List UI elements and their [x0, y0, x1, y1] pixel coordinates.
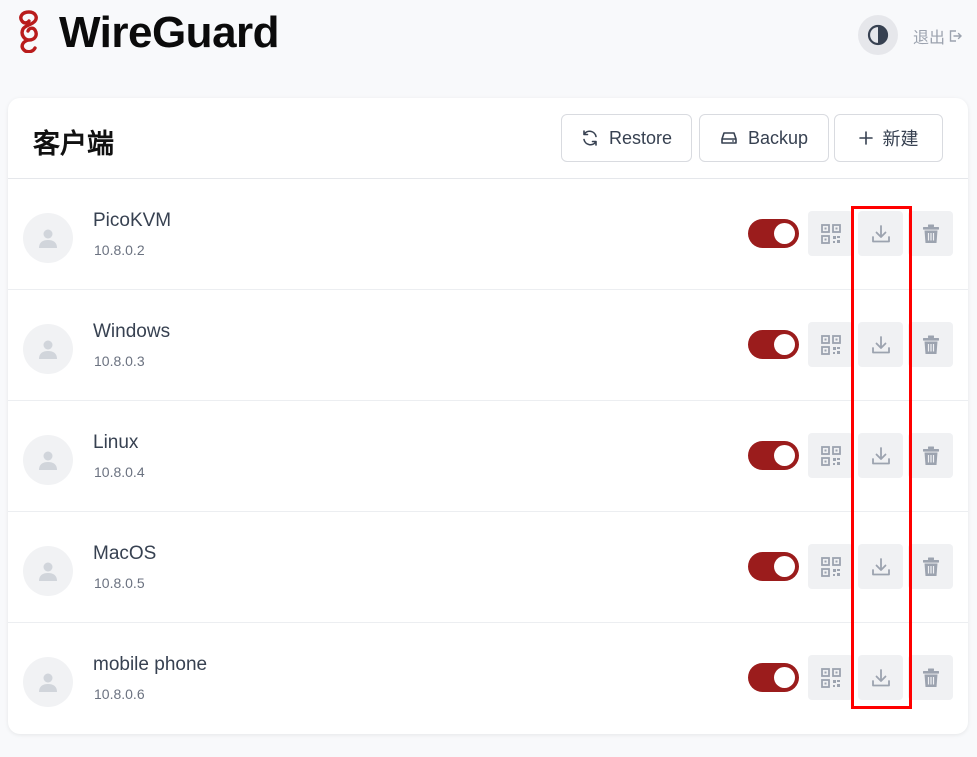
- delete-client-button[interactable]: [908, 322, 953, 367]
- toggle-knob: [774, 556, 795, 577]
- restore-button[interactable]: Restore: [561, 114, 692, 162]
- client-ip: 10.8.0.4: [94, 464, 145, 480]
- app-title: WireGuard: [59, 8, 280, 57]
- toggle-knob: [774, 223, 795, 244]
- plus-icon: [858, 131, 873, 145]
- show-qr-button[interactable]: [808, 322, 853, 367]
- download-column-highlight: [851, 206, 912, 709]
- trash-icon: [922, 335, 939, 354]
- client-enabled-toggle[interactable]: [748, 552, 799, 581]
- trash-icon: [922, 668, 939, 687]
- trash-icon: [922, 224, 939, 243]
- client-row: mobile phone 10.8.0.6: [8, 623, 968, 734]
- client-row: Windows 10.8.0.3: [8, 290, 968, 401]
- qr-code-icon: [820, 223, 841, 244]
- trash-icon: [922, 557, 939, 576]
- top-bar: WireGuard 退出: [0, 0, 977, 70]
- user-icon: [39, 451, 57, 470]
- client-name: Linux: [93, 432, 139, 453]
- server-icon: [721, 132, 737, 144]
- avatar: [23, 213, 73, 263]
- toggle-knob: [774, 667, 795, 688]
- backup-label: Backup: [747, 127, 809, 148]
- theme-toggle-button[interactable]: [858, 15, 898, 55]
- theme-contrast-icon: [867, 24, 889, 46]
- show-qr-button[interactable]: [808, 433, 853, 478]
- avatar: [23, 435, 73, 485]
- client-ip: 10.8.0.5: [94, 575, 145, 591]
- client-ip: 10.8.0.6: [94, 686, 145, 702]
- backup-button[interactable]: Backup: [699, 114, 829, 162]
- client-enabled-toggle[interactable]: [748, 219, 799, 248]
- client-row: MacOS 10.8.0.5: [8, 512, 968, 623]
- show-qr-button[interactable]: [808, 655, 853, 700]
- show-qr-button[interactable]: [808, 544, 853, 589]
- client-enabled-toggle[interactable]: [748, 441, 799, 470]
- avatar: [23, 324, 73, 374]
- user-icon: [39, 673, 57, 692]
- client-row: Linux 10.8.0.4: [8, 401, 968, 512]
- toggle-knob: [774, 334, 795, 355]
- logout-label: 退出: [913, 30, 946, 47]
- trash-icon: [922, 446, 939, 465]
- client-name: PicoKVM: [93, 210, 172, 231]
- toggle-knob: [774, 445, 795, 466]
- client-name: Windows: [93, 321, 171, 342]
- avatar: [23, 657, 73, 707]
- card-title: 客户端: [33, 129, 114, 159]
- delete-client-button[interactable]: [908, 433, 953, 478]
- client-ip: 10.8.0.2: [94, 242, 145, 258]
- delete-client-button[interactable]: [908, 544, 953, 589]
- user-icon: [39, 229, 57, 248]
- new-client-button[interactable]: 新建: [834, 114, 943, 162]
- client-enabled-toggle[interactable]: [748, 330, 799, 359]
- user-icon: [39, 340, 57, 359]
- avatar: [23, 546, 73, 596]
- delete-client-button[interactable]: [908, 211, 953, 256]
- qr-code-icon: [820, 445, 841, 466]
- qr-code-icon: [820, 556, 841, 577]
- client-name: MacOS: [93, 543, 157, 564]
- user-icon: [39, 562, 57, 581]
- logout-link[interactable]: 退出: [913, 24, 963, 48]
- clients-card: 客户端 Restore Backup 新建 PicoKVM 10.8.0.2 W…: [8, 98, 968, 734]
- qr-code-icon: [820, 334, 841, 355]
- wireguard-logo: [19, 10, 38, 53]
- show-qr-button[interactable]: [808, 211, 853, 256]
- restore-label: Restore: [608, 127, 673, 148]
- delete-client-button[interactable]: [908, 655, 953, 700]
- card-header: 客户端 Restore Backup 新建: [8, 98, 968, 179]
- client-ip: 10.8.0.3: [94, 353, 145, 369]
- client-enabled-toggle[interactable]: [748, 663, 799, 692]
- qr-code-icon: [820, 667, 841, 688]
- refresh-icon: [583, 130, 597, 146]
- new-client-label: 新建: [882, 129, 919, 149]
- client-row: PicoKVM 10.8.0.2: [8, 179, 968, 290]
- client-name: mobile phone: [93, 654, 208, 675]
- logout-icon: [949, 30, 963, 42]
